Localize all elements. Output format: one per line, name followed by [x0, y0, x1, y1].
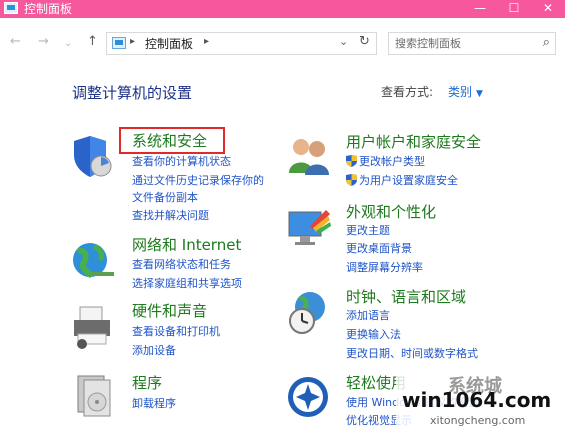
category-title-user-accounts[interactable]: 用户帐户和家庭安全	[346, 133, 481, 151]
maximize-button[interactable]: ☐	[497, 0, 531, 18]
link-add-device[interactable]: 添加设备	[132, 344, 176, 358]
highlight-box	[119, 127, 225, 154]
printer-icon[interactable]	[70, 304, 116, 350]
page-title: 调整计算机的设置	[72, 84, 193, 102]
dropdown-arrow-icon[interactable]: ▼	[476, 89, 483, 99]
link-file-history-backup-cont[interactable]: 文件备份副本	[132, 191, 198, 205]
breadcrumb-separator-icon[interactable]: ▸	[130, 36, 135, 47]
link-desktop-background[interactable]: 更改桌面背景	[346, 242, 412, 256]
link-family-safety-label[interactable]: 为用户设置家庭安全	[359, 174, 458, 187]
window-title: 控制面板	[24, 2, 73, 16]
link-homegroup-sharing[interactable]: 选择家庭组和共享选项	[132, 277, 242, 291]
users-icon[interactable]	[286, 133, 332, 179]
search-input[interactable]	[395, 36, 533, 51]
address-bar[interactable]: ▸ 控制面板 ▸ ⌄ ↻	[106, 32, 377, 55]
view-by-label: 查看方式:	[381, 85, 434, 99]
watermark-domain: xitongcheng.com	[430, 414, 526, 427]
watermark: 系统城 win1064.com xitongcheng.com	[396, 372, 565, 431]
ease-of-access-icon[interactable]	[286, 375, 332, 421]
chevron-down-icon[interactable]: ⌄	[339, 35, 348, 48]
minimize-button[interactable]: —	[463, 0, 497, 18]
link-troubleshoot[interactable]: 查找并解决问题	[132, 209, 209, 223]
view-by-dropdown[interactable]: 类别 ▼	[448, 84, 483, 102]
category-title-clock-language-region[interactable]: 时钟、语言和区域	[346, 288, 466, 306]
recent-locations-button[interactable]: ⌄	[64, 36, 72, 52]
view-by-value[interactable]: 类别	[448, 85, 472, 99]
search-box[interactable]: ⌕	[388, 32, 556, 55]
search-icon[interactable]: ⌕	[543, 35, 550, 50]
link-change-theme[interactable]: 更改主题	[346, 224, 390, 238]
watermark-site: win1064.com	[402, 388, 552, 412]
category-title-network-internet[interactable]: 网络和 Internet	[132, 236, 241, 254]
shield-icon[interactable]	[70, 133, 116, 179]
control-panel-icon	[112, 37, 126, 49]
link-view-computer-status[interactable]: 查看你的计算机状态	[132, 155, 231, 169]
link-add-language[interactable]: 添加语言	[346, 309, 390, 323]
navigation-bar: ← → ⌄ ↑ ▸ 控制面板 ▸ ⌄ ↻ ⌕	[0, 29, 565, 59]
programs-icon[interactable]	[72, 372, 118, 418]
control-panel-icon	[4, 2, 18, 14]
link-change-input-method[interactable]: 更换输入法	[346, 328, 401, 342]
refresh-button[interactable]: ↻	[359, 34, 370, 49]
back-button[interactable]: ←	[10, 34, 21, 50]
link-change-account-type-label[interactable]: 更改帐户类型	[359, 155, 425, 168]
title-bar: 控制面板 — ☐ ✕	[0, 0, 565, 18]
link-family-safety[interactable]: 为用户设置家庭安全	[346, 174, 458, 188]
category-title-hardware-sound[interactable]: 硬件和声音	[132, 302, 207, 320]
uac-shield-icon	[346, 174, 357, 186]
link-change-account-type[interactable]: 更改帐户类型	[346, 155, 425, 169]
uac-shield-icon	[346, 155, 357, 167]
link-devices-printers[interactable]: 查看设备和打印机	[132, 325, 220, 339]
up-button[interactable]: ↑	[87, 34, 98, 50]
link-network-status[interactable]: 查看网络状态和任务	[132, 258, 231, 272]
clock-globe-icon[interactable]	[286, 289, 332, 335]
link-uninstall-program[interactable]: 卸载程序	[132, 397, 176, 411]
close-button[interactable]: ✕	[531, 0, 565, 18]
link-file-history-backup[interactable]: 通过文件历史记录保存你的	[132, 174, 264, 188]
breadcrumb-control-panel[interactable]: 控制面板	[145, 36, 193, 52]
breadcrumb-separator-icon[interactable]: ▸	[204, 36, 209, 47]
link-screen-resolution[interactable]: 调整屏幕分辨率	[346, 261, 423, 275]
category-title-programs[interactable]: 程序	[132, 374, 162, 392]
category-title-appearance[interactable]: 外观和个性化	[346, 203, 436, 221]
forward-button[interactable]: →	[38, 34, 49, 50]
display-icon[interactable]	[286, 206, 332, 252]
link-change-date-time-format[interactable]: 更改日期、时间或数字格式	[346, 347, 478, 361]
network-icon[interactable]	[70, 238, 116, 284]
